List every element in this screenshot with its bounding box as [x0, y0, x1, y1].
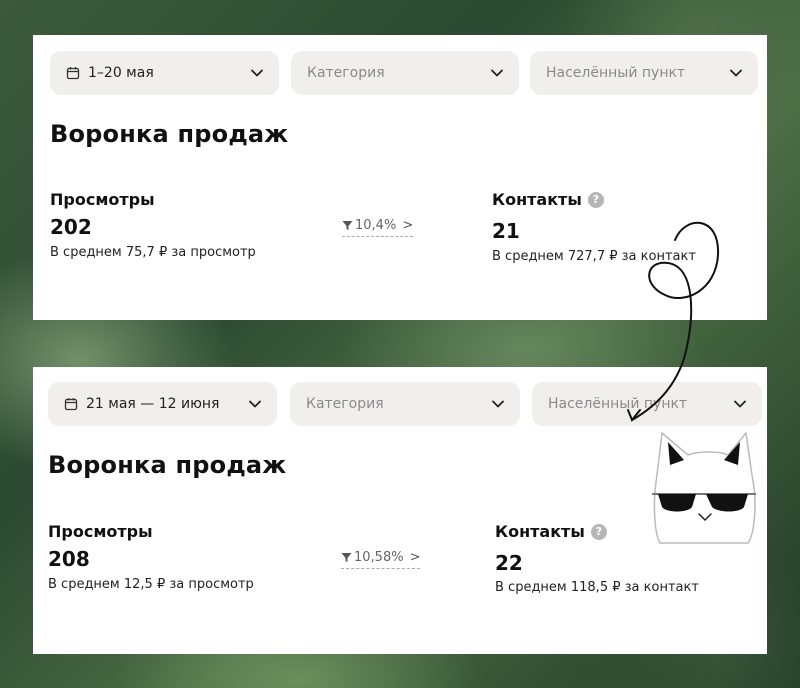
views-average: В среднем 75,7 ₽ за просмотр	[50, 245, 256, 260]
chevron-down-icon	[732, 396, 748, 412]
chevron-down-icon	[728, 65, 744, 81]
contacts-label: Контакты ?	[495, 522, 607, 541]
locality-filter[interactable]: Населённый пункт	[530, 51, 758, 95]
funnel-icon	[342, 220, 353, 231]
conversion-value: 10,58%	[354, 550, 404, 565]
contacts-average: В среднем 118,5 ₽ за контакт	[495, 580, 699, 595]
locality-filter-placeholder: Населённый пункт	[546, 65, 686, 81]
category-filter-placeholder: Категория	[307, 65, 385, 81]
conversion-link[interactable]: 10,4% >	[342, 218, 414, 237]
chevron-down-icon	[249, 65, 265, 81]
date-filter-value: 21 мая — 12 июня	[86, 396, 220, 412]
contacts-average: В среднем 727,7 ₽ за контакт	[492, 249, 696, 264]
conversion-link[interactable]: 10,58% >	[341, 550, 421, 569]
funnel-icon	[341, 552, 352, 563]
chevron-down-icon	[247, 396, 263, 412]
chevron-down-icon	[490, 396, 506, 412]
views-value: 202	[50, 215, 92, 239]
views-label: Просмотры	[50, 190, 155, 209]
contacts-value: 21	[492, 219, 520, 243]
category-filter[interactable]: Категория	[290, 382, 520, 426]
views-average: В среднем 12,5 ₽ за просмотр	[48, 577, 254, 592]
date-filter-value: 1–20 мая	[88, 65, 154, 81]
contacts-label-text: Контакты	[495, 522, 585, 541]
date-filter[interactable]: 1–20 мая	[50, 51, 279, 95]
contacts-value: 22	[495, 551, 523, 575]
calendar-icon	[64, 397, 78, 411]
question-icon[interactable]: ?	[590, 523, 607, 540]
category-filter[interactable]: Категория	[291, 51, 519, 95]
sales-funnel-panel-2: 21 мая — 12 июня Категория Населённый пу…	[33, 367, 767, 654]
chevron-right-icon: >	[409, 550, 421, 565]
chevron-right-icon: >	[402, 218, 414, 233]
page-title: Воронка продаж	[50, 120, 289, 148]
views-label: Просмотры	[48, 522, 153, 541]
category-filter-placeholder: Категория	[306, 396, 384, 412]
locality-filter-placeholder: Населённый пункт	[548, 396, 688, 412]
chevron-down-icon	[489, 65, 505, 81]
page-title: Воронка продаж	[48, 451, 287, 479]
question-icon[interactable]: ?	[587, 191, 604, 208]
calendar-icon	[66, 66, 80, 80]
views-value: 208	[48, 547, 90, 571]
sales-funnel-panel-1: 1–20 мая Категория Населённый пункт Воро…	[33, 35, 767, 320]
date-filter[interactable]: 21 мая — 12 июня	[48, 382, 277, 426]
locality-filter[interactable]: Населённый пункт	[532, 382, 762, 426]
contacts-label: Контакты ?	[492, 190, 604, 209]
contacts-label-text: Контакты	[492, 190, 582, 209]
conversion-value: 10,4%	[355, 218, 397, 233]
